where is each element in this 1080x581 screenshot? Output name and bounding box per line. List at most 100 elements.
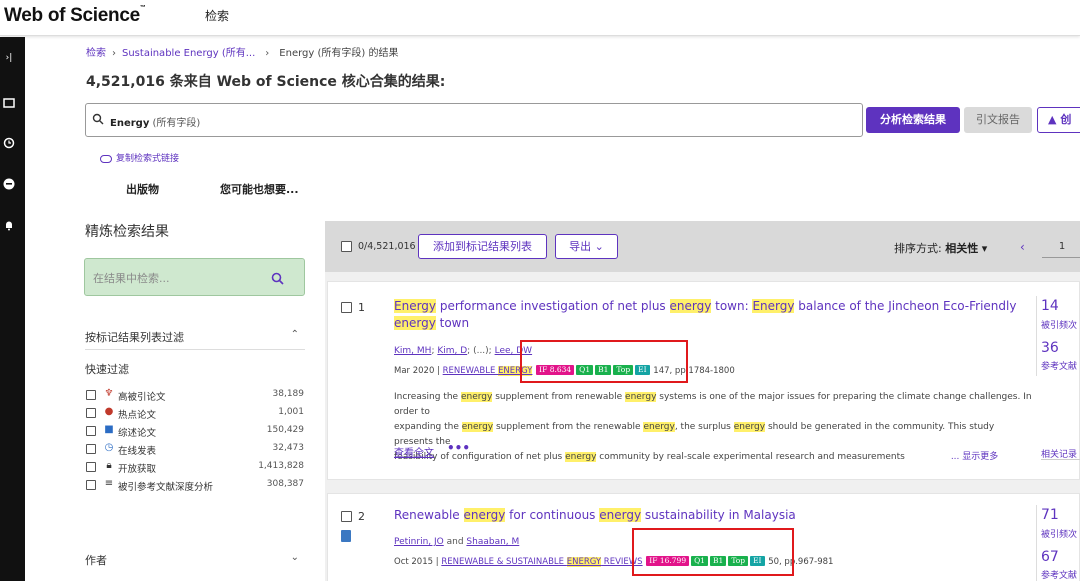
breadcrumb-sep: ›	[112, 48, 116, 59]
sort-by-dropdown[interactable]: 排序方式: 相关性 ▾	[894, 240, 987, 256]
page-number-input[interactable]: 1	[1042, 236, 1080, 258]
search-icon[interactable]	[271, 272, 284, 285]
result-authors: Kim, MH; Kim, D; (...); Lee, DW	[394, 346, 533, 356]
highlighted-term: energy	[461, 422, 494, 432]
references-label: 参考文献	[1041, 571, 1078, 581]
expand-icon[interactable]: ›|	[2, 51, 16, 65]
abstract-text: community by real-scale experimental res…	[596, 452, 905, 462]
search-nav-link[interactable]: 检索	[205, 7, 229, 24]
checkbox[interactable]	[86, 426, 96, 436]
highlighted-term: energy	[460, 392, 493, 402]
search-icon	[92, 113, 104, 125]
show-more-link[interactable]: ... 显示更多	[951, 452, 998, 462]
chevron-down-icon: ⌄	[290, 552, 299, 563]
citation-report-button[interactable]: 引文报告	[964, 107, 1032, 133]
breadcrumb: 检索 › Sustainable Energy (所有... › Energy (所有字…	[86, 44, 398, 59]
quick-filter-open-access[interactable]: 🔒︎ 开放获取 1,413,828	[86, 460, 304, 475]
copy-query-link[interactable]: 复制检索式链接	[100, 151, 179, 164]
analyze-results-button[interactable]: 分析检索结果	[866, 107, 960, 133]
history-icon[interactable]	[2, 137, 16, 151]
result-authors: Petinrin, JO and Shaaban, M	[394, 537, 520, 547]
quick-filter-highly-cited[interactable]: ♆ 高被引论文 38,189	[86, 388, 304, 403]
references-count[interactable]: 67	[1041, 549, 1059, 565]
tab-you-may-want[interactable]: 您可能也想要...	[220, 181, 299, 197]
bell-icon: ▲	[1048, 113, 1057, 126]
checkbox[interactable]	[86, 444, 96, 454]
breadcrumb-search[interactable]: 检索	[86, 48, 106, 59]
user-icon[interactable]	[2, 178, 16, 192]
highlight-box	[632, 528, 794, 576]
highlighted-term: energy	[463, 508, 506, 522]
export-dropdown-button[interactable]: 导出 ⌄	[555, 234, 618, 259]
breadcrumb-prev-query[interactable]: Sustainable Energy (所有...	[122, 48, 255, 59]
highlighted-term: Energy	[752, 299, 795, 313]
breadcrumb-current: Energy (所有字段) 的结果	[279, 48, 399, 59]
author-link[interactable]: Kim, D	[437, 346, 467, 356]
quick-filter-early-access[interactable]: ◷ 在线发表 32,473	[86, 442, 304, 457]
list-icon: ≡	[104, 478, 114, 489]
view-full-text-link[interactable]: 查看全文	[394, 444, 434, 459]
title-text: town:	[711, 299, 753, 313]
quick-filter-enriched-refs[interactable]: ≡ 被引参考文献深度分析 308,387	[86, 478, 304, 493]
checkbox[interactable]	[86, 462, 96, 472]
lock-icon: 🔒︎	[106, 460, 112, 471]
highlighted-term: energy	[599, 508, 642, 522]
refine-title: 精炼检索结果	[85, 224, 169, 240]
times-cited-label: 被引频次	[1041, 530, 1078, 540]
times-cited-label: 被引频次	[1041, 321, 1078, 331]
author-link[interactable]: Petinrin, JO	[394, 537, 444, 547]
highlighted-term: energy	[733, 422, 766, 432]
title-text: sustainability in Malaysia	[641, 508, 796, 522]
abstract-text: Increasing the	[394, 392, 461, 402]
search-within-results-input[interactable]: 在结果中检索...	[84, 258, 305, 296]
selected-count: 0/4,521,016	[358, 241, 416, 252]
create-alert-button[interactable]: ▲ 创	[1037, 107, 1080, 133]
journal-link[interactable]: RENEWABLE & SUSTAINABLE ENERGY REVIEWS	[441, 557, 643, 567]
result-abstract: Increasing the energy supplement from re…	[394, 390, 1034, 465]
abstract-text: expanding the	[394, 422, 462, 432]
abstract-text: supplement from renewable	[492, 392, 626, 402]
more-options-icon[interactable]: •••	[447, 441, 470, 455]
checkbox[interactable]	[86, 408, 96, 418]
abstract-text: supplement from the renewable	[493, 422, 644, 432]
quick-filter-hot-papers[interactable]: ● 热点论文 1,001	[86, 406, 304, 421]
references-count[interactable]: 36	[1041, 340, 1059, 356]
quick-filter-review[interactable]: ■ 综述论文 150,429	[86, 424, 304, 439]
highlighted-term: energy	[625, 392, 657, 402]
breadcrumb-sep: ›	[265, 48, 270, 59]
result-number: 2	[358, 510, 365, 523]
search-query-box[interactable]: Energy (所有字段)	[85, 103, 863, 137]
author-link[interactable]: Shaaban, M	[466, 537, 519, 547]
marked-list-filter-toggle[interactable]: 按标记结果列表过滤 ⌃	[85, 329, 305, 345]
tab-publications[interactable]: 出版物	[126, 181, 159, 197]
checkbox[interactable]	[86, 390, 96, 400]
result-checkbox[interactable]	[341, 511, 352, 522]
result-checkbox[interactable]	[341, 302, 352, 313]
title-text: balance of the Jincheon Eco-Friendly	[794, 299, 1017, 313]
journal-link[interactable]: RENEWABLE ENERGY	[443, 366, 533, 376]
trophy-icon: ♆	[104, 388, 114, 399]
times-cited-count[interactable]: 71	[1041, 507, 1059, 523]
select-all-checkbox[interactable]	[341, 241, 352, 252]
highlighted-term: energy	[394, 316, 436, 330]
result-title[interactable]: Renewable energy for continuous energy s…	[394, 507, 1024, 524]
add-to-marked-list-button[interactable]: 添加到标记结果列表	[418, 234, 547, 259]
title-text: performance investigation of net plus	[436, 299, 670, 313]
chevron-down-icon: ⌄	[594, 240, 604, 253]
folder-icon[interactable]	[2, 97, 16, 111]
times-cited-count[interactable]: 14	[1041, 298, 1059, 314]
author-link[interactable]: Kim, MH	[394, 346, 431, 356]
divider	[1036, 505, 1037, 581]
author-filter-toggle[interactable]: 作者 ⌄	[85, 552, 305, 568]
link-icon	[100, 154, 112, 163]
previous-page-icon[interactable]: ‹	[1020, 240, 1025, 254]
result-title[interactable]: Energy performance investigation of net …	[394, 298, 1024, 332]
caret-down-icon: ▾	[981, 242, 988, 255]
search-query-text: Energy (所有字段)	[110, 118, 201, 129]
results-heading: 4,521,016 条来自 Web of Science 核心合集的结果:	[86, 74, 446, 90]
checkbox[interactable]	[86, 480, 96, 490]
abstract-line: expanding the energy supplement from the…	[394, 420, 1034, 450]
title-text: for continuous	[505, 508, 600, 522]
bell-icon[interactable]	[2, 219, 16, 233]
web-of-science-logo[interactable]: Web of Science™	[4, 5, 146, 27]
